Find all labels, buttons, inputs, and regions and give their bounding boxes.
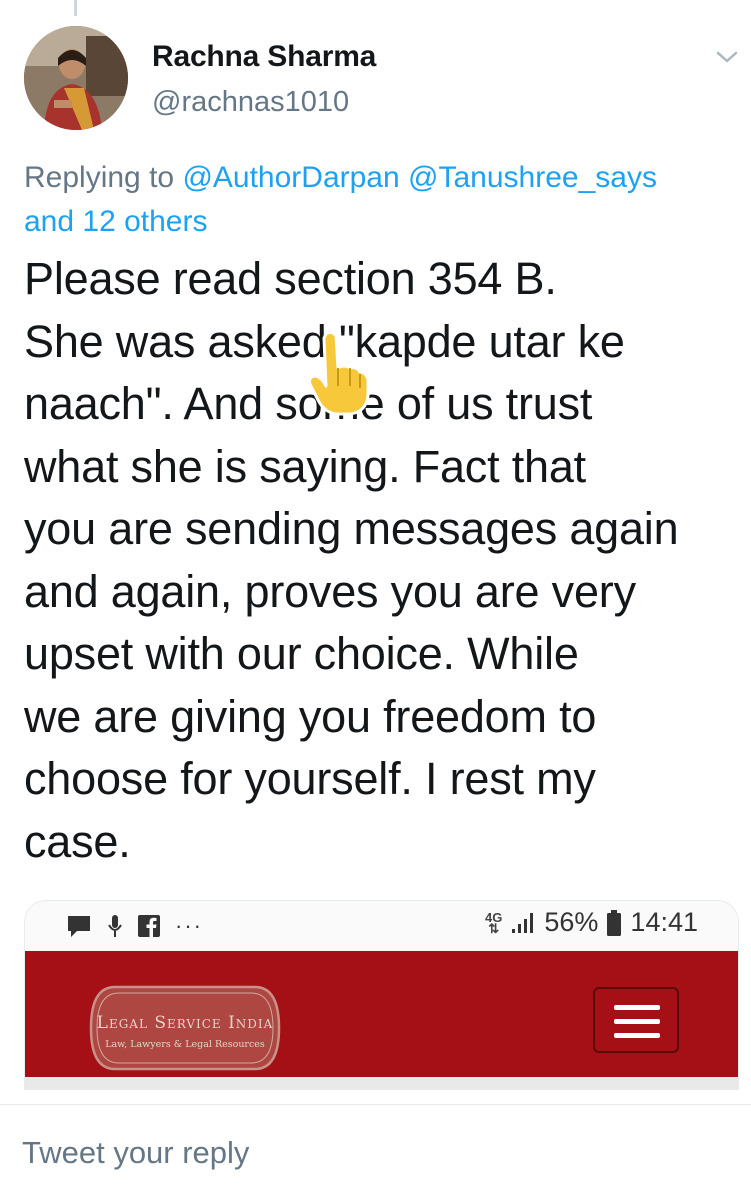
tweet-text-line: case.	[24, 815, 131, 867]
logo-title: Legal Service India	[96, 1013, 274, 1033]
avatar-image	[24, 26, 128, 130]
phone-status-bar: ··· 4G ⇅ 56% 14:41	[25, 901, 738, 951]
status-time: 14:41	[630, 907, 698, 937]
signal-icon	[512, 912, 534, 933]
network-type: 4G ⇅	[485, 909, 503, 936]
thread-line	[74, 0, 77, 16]
avatar[interactable]	[24, 26, 128, 130]
message-icon	[68, 916, 90, 937]
tweet-text-line: choose for yourself. I rest my	[24, 753, 596, 804]
tweet-text-line: what she is saying. Fact that	[24, 440, 586, 492]
hamburger-menu-icon[interactable]	[593, 987, 679, 1053]
tweet-text-line: we are giving you freedom to	[24, 690, 597, 742]
battery-percent: 56%	[544, 907, 599, 937]
tweet-text: Please read section 354 B. She was asked…	[24, 248, 746, 873]
tweet-text-line: Please read section 354 B.	[24, 253, 557, 304]
battery-icon	[607, 909, 622, 936]
reply-others-link[interactable]: and 12 others	[24, 205, 207, 238]
facebook-icon	[138, 915, 160, 938]
site-header: Legal Service India Law, Lawyers & Legal…	[25, 951, 738, 1090]
pointing-hand-cursor-icon	[308, 330, 370, 416]
mic-icon	[108, 915, 122, 937]
tweet-text-line: naach". And some of us trust	[24, 378, 593, 429]
mention-link[interactable]: @Tanushree_says	[408, 161, 657, 194]
mention-link[interactable]: @AuthorDarpan	[182, 161, 399, 194]
tweet-text-line: and again, proves you are very	[24, 565, 636, 617]
logo-subtitle: Law, Lawyers & Legal Resources	[105, 1039, 265, 1050]
embedded-image[interactable]: ··· 4G ⇅ 56% 14:41 Legal Service India L…	[24, 900, 739, 1090]
replying-prefix: Replying to	[24, 161, 183, 194]
tweet-text-line: upset with our choice. While	[24, 628, 579, 679]
chevron-down-icon[interactable]	[712, 42, 742, 72]
reply-bar	[0, 1105, 751, 1200]
tweet-text-line: you are sending messages again	[24, 503, 679, 554]
more-icon: ···	[175, 913, 203, 938]
site-logo[interactable]: Legal Service India Law, Lawyers & Legal…	[87, 983, 283, 1073]
user-handle[interactable]: @rachnas1010	[152, 86, 349, 119]
replying-to: Replying to @AuthorDarpan @Tanushree_say…	[24, 156, 734, 244]
reply-input[interactable]	[22, 1135, 722, 1171]
tweet-text-line: She was asked "kapde utar ke	[24, 315, 625, 367]
display-name[interactable]: Rachna Sharma	[152, 40, 376, 74]
